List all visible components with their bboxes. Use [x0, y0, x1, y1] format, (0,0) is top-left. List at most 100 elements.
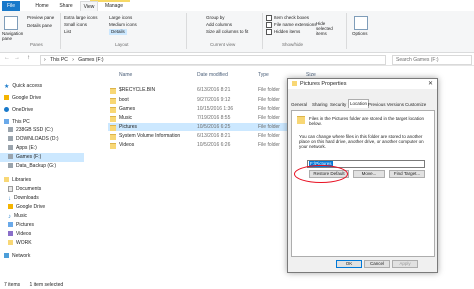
file-row[interactable]: Games 10/15/2016 1:36 File folder — [110, 105, 300, 113]
column-header-type[interactable]: Type — [258, 72, 269, 78]
nav-label: Google Drive — [12, 95, 42, 101]
tab-general[interactable]: General — [291, 101, 307, 109]
nav-item-google-drive[interactable]: Google Drive — [4, 94, 41, 102]
move-button[interactable]: Move... — [353, 170, 385, 178]
forward-arrow-icon[interactable]: → — [14, 55, 20, 61]
up-arrow-icon[interactable]: ↑ — [27, 55, 30, 61]
file-row[interactable]: Music 7/19/2016 8:55 File folder — [110, 114, 300, 122]
breadcrumb-games[interactable]: Games (F:) — [78, 57, 103, 63]
nav-item-documents[interactable]: Documents — [8, 185, 41, 193]
file-name: Music — [119, 115, 133, 121]
nav-item-pictures[interactable]: Pictures — [8, 221, 34, 229]
checkbox-icon — [266, 22, 272, 28]
file-date: 6/13/2016 8:21 — [197, 87, 231, 93]
nav-item-drive-f[interactable]: Games (F:) — [8, 153, 41, 161]
group-label-layout: Layout — [115, 42, 129, 47]
file-row[interactable]: Videos 10/5/2016 6:26 File folder — [110, 141, 300, 149]
folder-icon — [292, 81, 297, 87]
details-view-button[interactable]: Details — [109, 29, 127, 35]
navigation-pane-button[interactable]: Navigation pane — [2, 31, 24, 41]
dialog-title: Pictures Properties — [300, 81, 347, 87]
file-name: Videos — [119, 142, 135, 148]
folder-icon — [110, 134, 116, 140]
group-by-button[interactable]: Group by — [206, 15, 225, 21]
tab-home[interactable]: Home — [33, 1, 51, 11]
nav-item-quick-access[interactable]: ★ Quick access — [4, 82, 42, 90]
nav-item-libraries[interactable]: Libraries — [4, 176, 31, 184]
nav-item-lib-google-drive[interactable]: Google Drive — [8, 203, 45, 211]
nav-label: Downloads — [14, 195, 39, 201]
nav-item-this-pc[interactable]: This PC — [4, 118, 30, 126]
nav-item-videos[interactable]: Videos — [8, 230, 31, 238]
file-row-selected[interactable]: Pictures 10/5/2016 6:25 File folder — [110, 123, 300, 131]
drive-icon — [8, 127, 13, 133]
highlight-circle-annotation — [294, 165, 348, 183]
file-row[interactable]: boot 9/27/2016 9:12 File folder — [110, 96, 300, 104]
folder-icon — [110, 88, 116, 94]
tab-security[interactable]: Security — [330, 101, 346, 109]
size-all-columns-button[interactable]: Size all columns to fit — [206, 29, 248, 35]
tab-manage[interactable]: Manage — [101, 1, 127, 11]
tab-customize[interactable]: Customize — [405, 101, 426, 109]
nav-label: Games (F:) — [16, 154, 42, 160]
nav-label: Data_Backup (G:) — [16, 163, 57, 169]
file-row[interactable]: System Volume Information 6/13/2016 8:21 F… — [110, 132, 300, 140]
tab-share[interactable]: Share — [56, 1, 76, 11]
small-icons-button[interactable]: Small icons — [64, 22, 87, 28]
nav-item-drive-g[interactable]: Data_Backup (G:) — [8, 162, 56, 170]
back-arrow-icon[interactable]: ← — [4, 55, 10, 61]
folder-icon — [8, 240, 13, 246]
file-name-extensions-toggle[interactable]: File name extensions — [266, 22, 317, 28]
nav-label: Videos — [16, 231, 32, 237]
cancel-button[interactable]: Cancel — [364, 260, 390, 268]
nav-item-drive-c[interactable]: 238GB SSD (C:) — [8, 126, 53, 134]
address-field[interactable]: › This PC › Games (F:) — [40, 55, 386, 65]
preview-pane-button[interactable]: Preview pane — [27, 15, 54, 21]
tab-location[interactable]: Location — [348, 99, 370, 108]
nav-item-work[interactable]: WORK — [8, 239, 32, 247]
status-bar: 7 items 1 item selected — [0, 281, 474, 289]
file-type: File folder — [258, 133, 280, 139]
close-icon[interactable]: ✕ — [428, 79, 433, 89]
tab-sharing[interactable]: Sharing — [312, 101, 328, 109]
group-label-current-view: Current view — [210, 42, 236, 47]
nav-item-downloads[interactable]: ↓ Downloads — [8, 194, 39, 202]
file-date: 6/13/2016 8:21 — [197, 133, 231, 139]
add-columns-button[interactable]: Add columns — [206, 22, 232, 28]
options-button[interactable]: Options — [352, 31, 368, 37]
item-check-boxes-toggle[interactable]: Item check boxes — [266, 15, 309, 21]
file-row[interactable]: $RECYCLE.BIN 6/13/2016 8:21 File folder — [110, 86, 300, 94]
find-target-button[interactable]: Find Target... — [389, 170, 425, 178]
ok-button[interactable]: OK — [336, 260, 362, 268]
address-bar: ← → ↑ › This PC › Games (F:) Search Game… — [0, 53, 474, 66]
nav-item-drive-e[interactable]: Apps (E:) — [8, 144, 37, 152]
medium-icons-button[interactable]: Medium icons — [109, 22, 137, 28]
breadcrumb-this-pc[interactable]: This PC — [50, 57, 68, 63]
nav-item-onedrive[interactable]: OneDrive — [4, 106, 33, 114]
folder-icon — [297, 116, 305, 124]
ribbon-separator — [186, 13, 187, 49]
location-help-text: You can change where files in this folde… — [299, 134, 424, 149]
nav-label: 238GB SSD (C:) — [16, 127, 53, 133]
nav-item-network[interactable]: Network — [4, 252, 30, 260]
folder-icon — [110, 107, 116, 113]
nav-item-music[interactable]: ♪ Music — [8, 212, 27, 220]
hidden-items-toggle[interactable]: Hidden items — [266, 29, 300, 35]
search-input[interactable]: Search Games (F:) — [392, 55, 472, 65]
large-icons-button[interactable]: Large icons — [109, 15, 132, 21]
group-label-panes: Panes — [30, 42, 43, 47]
extra-large-icons-button[interactable]: Extra large icons — [64, 15, 98, 21]
star-icon: ★ — [4, 84, 10, 91]
tab-file[interactable]: File — [2, 1, 20, 11]
hide-selected-items-button[interactable]: Hide selected items — [316, 21, 342, 36]
file-date: 9/27/2016 9:12 — [197, 97, 231, 103]
apply-button[interactable]: Apply — [392, 260, 418, 268]
column-header-date-modified[interactable]: Date modified — [197, 72, 228, 78]
folder-icon — [110, 98, 116, 104]
details-pane-button[interactable]: Details pane — [27, 23, 52, 29]
list-button[interactable]: List — [64, 29, 71, 35]
drive-icon — [8, 136, 13, 142]
tab-previous-versions[interactable]: Previous Versions — [368, 101, 404, 109]
nav-item-drive-d[interactable]: DOWNLOADS (D:) — [8, 135, 59, 143]
column-header-name[interactable]: Name — [119, 72, 132, 78]
